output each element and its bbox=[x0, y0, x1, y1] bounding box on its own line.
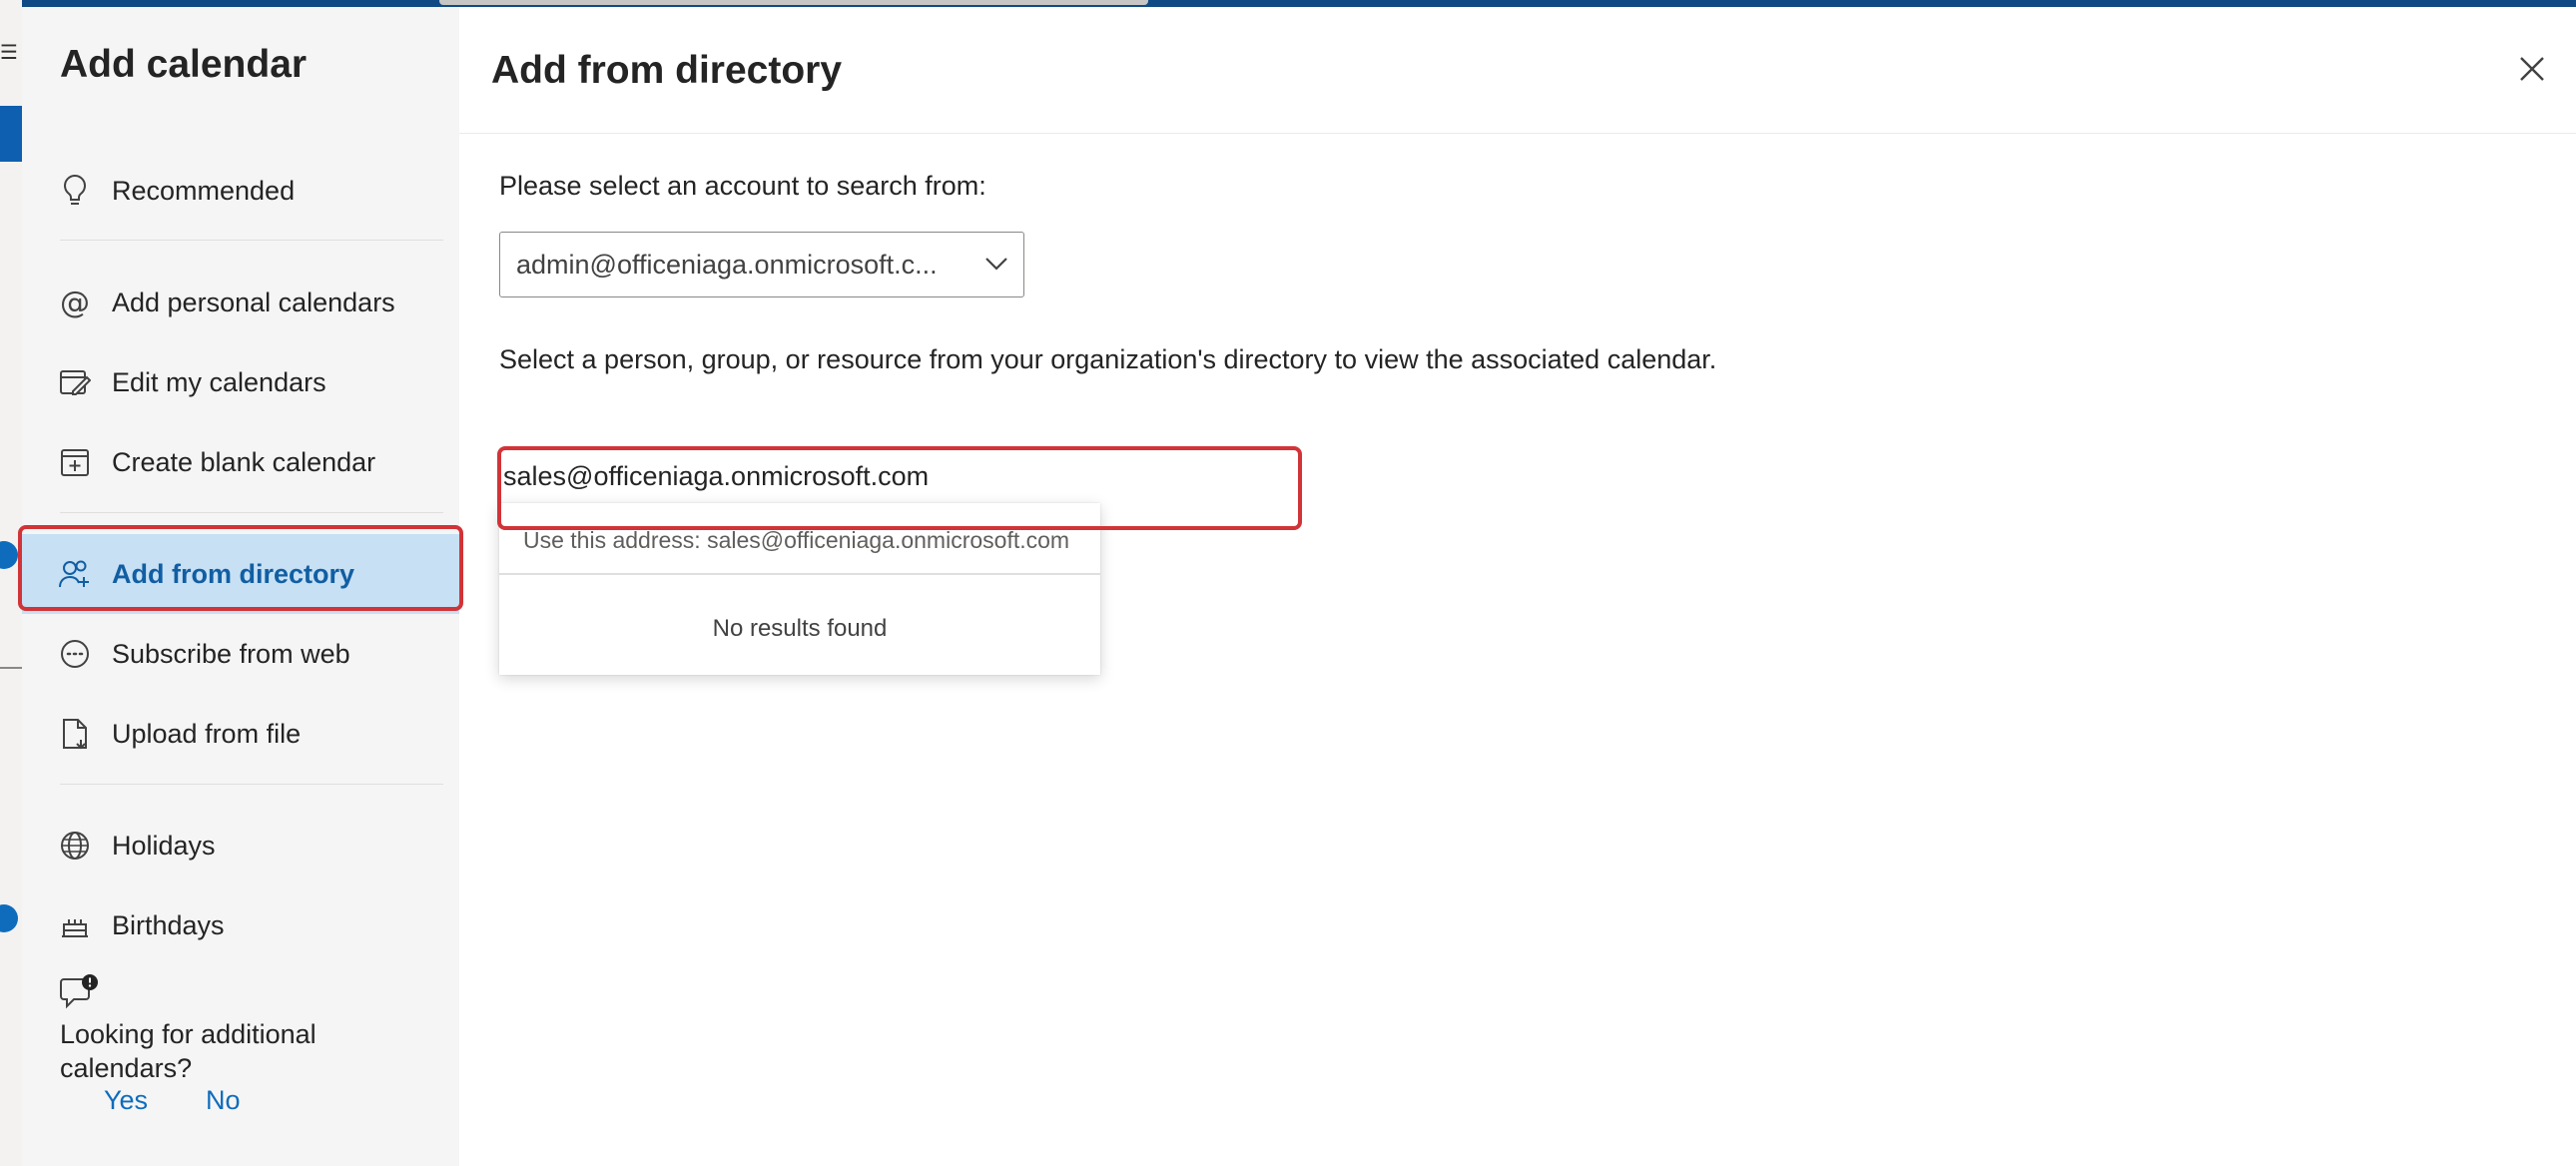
page-title: Add from directory bbox=[491, 49, 843, 92]
nav-item-label: Add personal calendars bbox=[112, 287, 395, 317]
nav-item-label: Upload from file bbox=[112, 718, 302, 749]
nav-item-add-from-directory[interactable]: Add from directory bbox=[22, 534, 459, 614]
nav-item-label: Create blank calendar bbox=[112, 446, 376, 477]
edit-calendar-icon bbox=[58, 365, 92, 399]
nav-item-label: Holidays bbox=[112, 830, 216, 861]
nav-item-label: Add from directory bbox=[112, 558, 355, 589]
link-circle-icon bbox=[58, 637, 92, 671]
add-calendar-nav: Add calendar Recommended @ Add personal … bbox=[18, 7, 463, 1166]
app-top-bar bbox=[0, 0, 2576, 7]
add-calendar-dialog: Add calendar Recommended @ Add personal … bbox=[18, 7, 2576, 1166]
hamburger-icon: ☰ bbox=[0, 40, 18, 64]
background-divider bbox=[0, 667, 22, 669]
background-new-event-button bbox=[0, 106, 22, 162]
background-check-marker bbox=[0, 904, 18, 932]
nav-item-upload-from-file[interactable]: Upload from file bbox=[22, 694, 459, 774]
calendar-add-icon bbox=[58, 445, 92, 479]
chat-feedback-icon bbox=[60, 973, 100, 1016]
close-button[interactable] bbox=[2508, 47, 2556, 95]
account-dropdown-value: admin@officeniaga.onmicrosoft.c... bbox=[516, 249, 938, 280]
no-results-message: No results found bbox=[712, 615, 888, 642]
feedback-question: Looking for additional calendars? bbox=[60, 1019, 317, 1083]
header-divider bbox=[459, 133, 2576, 134]
feedback-yes-link[interactable]: Yes bbox=[104, 1085, 148, 1116]
directory-search-input[interactable] bbox=[503, 454, 933, 498]
nav-item-label: Birthdays bbox=[112, 909, 225, 940]
directory-description: Select a person, group, or resource from… bbox=[499, 344, 1717, 374]
nav-divider bbox=[60, 512, 443, 513]
use-address-suggestion[interactable]: Use this address: sales@officeniaga.onmi… bbox=[499, 503, 1100, 575]
people-add-icon bbox=[58, 557, 92, 591]
nav-item-birthdays[interactable]: Birthdays bbox=[22, 885, 459, 965]
nav-item-label: Recommended bbox=[112, 175, 296, 206]
nav-item-holidays[interactable]: Holidays bbox=[22, 806, 459, 885]
suggestion-text: Use this address: sales@officeniaga.onmi… bbox=[523, 527, 1070, 553]
nav-item-label: Subscribe from web bbox=[112, 638, 350, 669]
app-search-bar-edge bbox=[439, 0, 1148, 5]
document-arrow-icon bbox=[58, 717, 92, 751]
background-today-marker bbox=[0, 541, 18, 569]
globe-icon bbox=[58, 829, 92, 863]
nav-item-recommended[interactable]: Recommended bbox=[22, 151, 459, 231]
feedback-no-link[interactable]: No bbox=[206, 1085, 241, 1116]
account-dropdown[interactable]: admin@officeniaga.onmicrosoft.c... bbox=[499, 232, 1024, 297]
nav-item-add-personal-calendars[interactable]: @ Add personal calendars bbox=[22, 263, 459, 342]
nav-item-edit-my-calendars[interactable]: Edit my calendars bbox=[22, 342, 459, 422]
account-prompt: Please select an account to search from: bbox=[499, 171, 986, 201]
background-app-strip: ☰ bbox=[0, 0, 22, 1166]
at-sign-icon: @ bbox=[60, 285, 90, 320]
add-from-directory-panel: Add from directory Please select an acco… bbox=[459, 7, 2576, 1166]
close-icon bbox=[2519, 56, 2545, 87]
chevron-down-icon bbox=[983, 253, 1009, 278]
nav-item-subscribe-from-web[interactable]: Subscribe from web bbox=[22, 614, 459, 694]
lightbulb-icon bbox=[58, 174, 92, 208]
nav-divider bbox=[60, 784, 443, 785]
nav-title: Add calendar bbox=[60, 43, 308, 86]
nav-item-label: Edit my calendars bbox=[112, 366, 326, 397]
nav-item-create-blank-calendar[interactable]: Create blank calendar bbox=[22, 422, 459, 502]
cake-icon bbox=[58, 908, 92, 942]
search-suggestions-dropdown: Use this address: sales@officeniaga.onmi… bbox=[499, 503, 1100, 675]
nav-divider bbox=[60, 240, 443, 241]
